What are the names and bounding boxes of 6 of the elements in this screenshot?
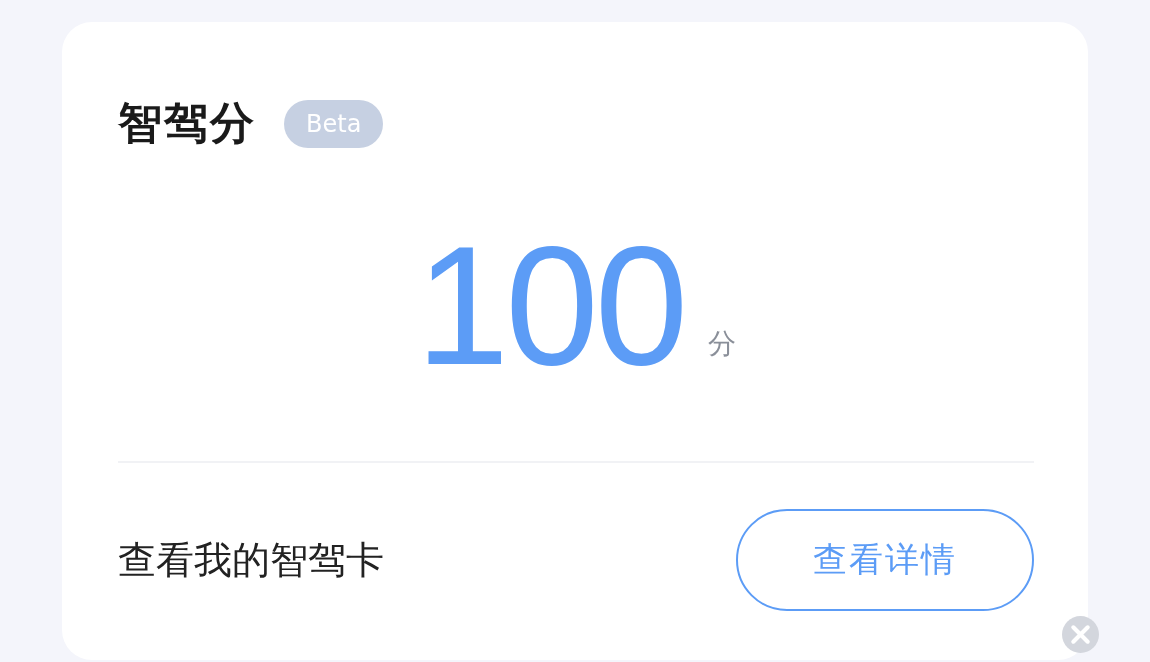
smart-driving-card-label: 查看我的智驾卡 [118,536,384,584]
beta-badge: Beta [284,99,384,148]
score-unit: 分 [708,326,737,362]
details-button[interactable]: 查看详情 [736,509,1034,611]
score-value: 100 [415,231,685,381]
card-title: 智驾分 [118,96,256,150]
